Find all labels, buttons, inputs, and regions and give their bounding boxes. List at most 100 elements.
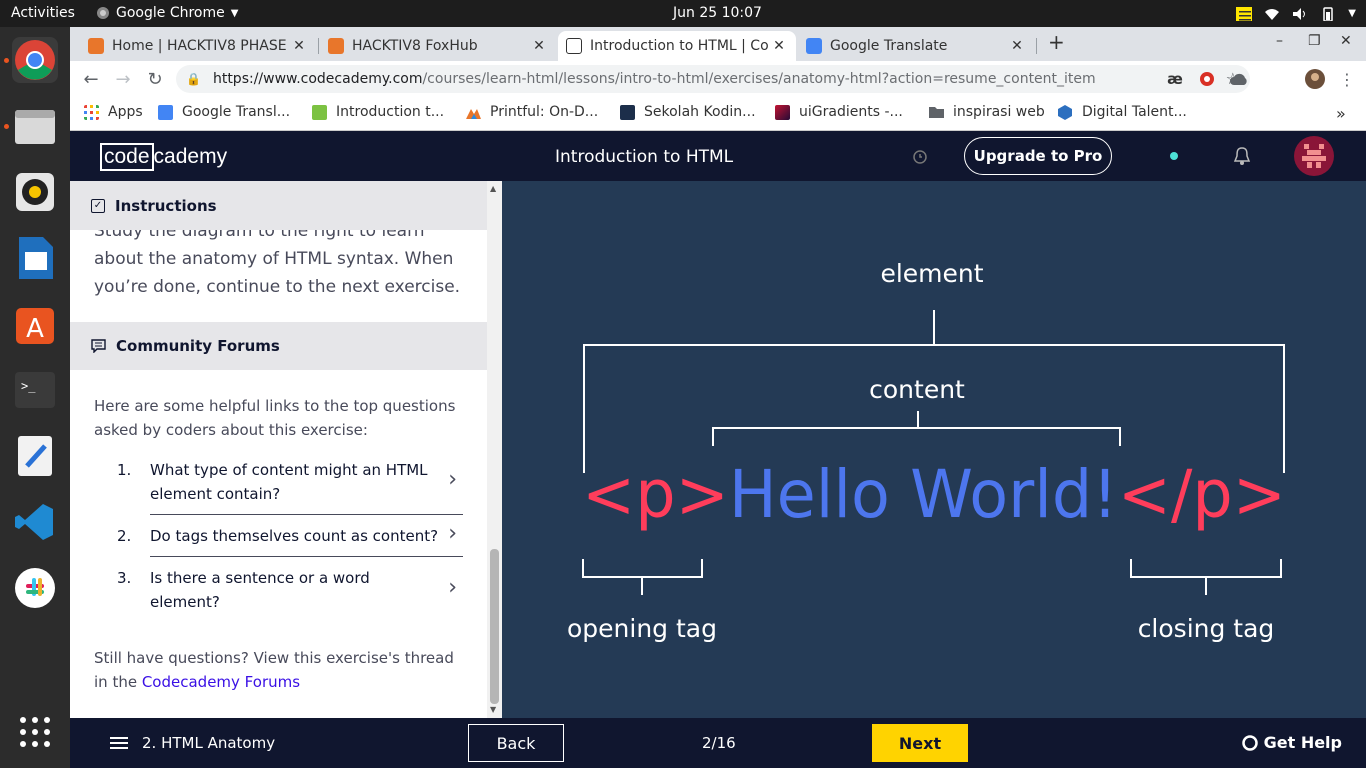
tab-title: Introduction to HTML | Co (590, 38, 769, 54)
panel-scrollbar[interactable]: ▲ ▼ (487, 181, 502, 718)
slack-icon[interactable] (12, 565, 58, 611)
bell-icon[interactable] (1233, 146, 1251, 166)
codecademy-favicon-icon (566, 38, 582, 54)
forum-question-1[interactable]: 1. What type of content might an HTML el… (117, 458, 463, 506)
apps-grid-icon (84, 104, 99, 120)
vscode-icon[interactable] (12, 499, 58, 545)
forward-arrow-icon[interactable]: → (112, 68, 134, 90)
lesson-menu[interactable]: 2. HTML Anatomy (110, 734, 275, 752)
close-tab-icon[interactable]: ✕ (530, 38, 548, 54)
address-bar[interactable]: 🔒 https://www.codecademy.com/courses/lea… (176, 65, 1250, 93)
reload-icon[interactable]: ↻ (144, 68, 166, 90)
bookmark-label: inspirasi web (953, 104, 1045, 120)
rhythmbox-icon[interactable] (12, 169, 58, 215)
bookmark-label: Introduction t... (336, 104, 445, 120)
record-extension-icon[interactable] (1196, 68, 1218, 90)
tab-hacktiv8-home[interactable]: Home | HACKTIV8 PHASE ✕ (80, 31, 316, 61)
writer-icon[interactable] (12, 235, 58, 281)
uigradients-favicon-icon (775, 104, 790, 120)
translate-favicon-icon (158, 104, 173, 120)
bookmark-folder-inspirasi[interactable]: inspirasi web (929, 104, 1045, 120)
html-code-line: <p>Hello World!</p> (582, 456, 1286, 533)
files-icon[interactable] (12, 103, 58, 149)
forum-question-2[interactable]: 2. Do tags themselves count as content? … (117, 521, 463, 548)
new-tab-icon[interactable]: + (1048, 30, 1065, 54)
dock: A >_ (0, 27, 70, 768)
chevron-right-icon: › (448, 575, 457, 600)
minimize-icon[interactable]: – (1276, 33, 1283, 49)
close-tab-icon[interactable]: ✕ (290, 38, 308, 54)
back-arrow-icon[interactable]: ← (80, 68, 102, 90)
activities-button[interactable]: Activities (11, 5, 75, 21)
app-menu[interactable]: Google Chrome ▼ (96, 5, 238, 21)
bookmark-introduction[interactable]: Introduction t... (312, 104, 444, 120)
checkbox-icon: ✓ (91, 198, 105, 213)
hamburger-icon (110, 737, 128, 749)
tab-foxhub[interactable]: HACKTIV8 FoxHub ✕ (320, 31, 556, 61)
tab-google-translate[interactable]: Google Translate ✕ (798, 31, 1034, 61)
scrollbar-thumb[interactable] (490, 549, 499, 704)
close-tab-icon[interactable]: ✕ (770, 38, 788, 54)
sekolah-koding-favicon-icon (620, 104, 635, 120)
terminal-icon[interactable]: >_ (12, 367, 58, 413)
show-apps-icon[interactable] (12, 709, 58, 755)
system-tray[interactable]: ▼ (1236, 3, 1356, 24)
software-icon[interactable]: A (12, 301, 58, 347)
ae-extension-icon[interactable]: æ (1164, 68, 1186, 90)
bookmark-google-translate[interactable]: Google Transl... (158, 104, 290, 120)
cloud-extension-icon[interactable] (1228, 68, 1250, 90)
help-intro-text: Here are some helpful links to the top q… (94, 397, 456, 439)
clock[interactable]: Jun 25 10:07 (673, 5, 762, 21)
bookmark-sekolah-koding[interactable]: Sekolah Kodin... (620, 104, 756, 120)
chevron-right-icon: › (448, 521, 457, 546)
digital-talent-favicon-icon (1058, 104, 1072, 120)
text-editor-icon[interactable] (12, 433, 58, 479)
close-window-icon[interactable]: ✕ (1340, 33, 1352, 49)
tab-title: Home | HACKTIV8 PHASE (112, 38, 287, 54)
profile-avatar[interactable] (1304, 68, 1326, 90)
back-button[interactable]: Back (468, 724, 564, 762)
bookmark-uigradients[interactable]: uiGradients -... (775, 104, 903, 120)
bookmark-apps[interactable]: Apps (84, 104, 143, 120)
forum-question-3[interactable]: 3. Is there a sentence or a word element… (117, 566, 463, 614)
upgrade-to-pro-button[interactable]: Upgrade to Pro (964, 137, 1112, 175)
community-forums-label: Community Forums (116, 337, 280, 355)
tab-title: HACKTIV8 FoxHub (352, 38, 478, 54)
close-tab-icon[interactable]: ✕ (1008, 38, 1026, 54)
lock-icon: 🔒 (186, 72, 201, 86)
logo-cademy: cademy (153, 145, 228, 168)
bookmark-label: Apps (108, 104, 143, 120)
scroll-up-icon[interactable]: ▲ (490, 184, 496, 193)
browser-toolbar: ← → ↻ 🔒 https://www.codecademy.com/cours… (70, 61, 1366, 97)
instructions-header[interactable]: ✓ Instructions (70, 181, 488, 230)
app-menu-label: Google Chrome (116, 5, 225, 21)
closing-tag-bracket (1130, 559, 1282, 578)
bookmarks-bar: Apps Google Transl... Introduction t... … (70, 97, 1366, 131)
bookmark-digital-talent[interactable]: Digital Talent... (1058, 104, 1187, 120)
closing-tag: </p> (1118, 456, 1286, 533)
bookmark-label: Digital Talent... (1082, 104, 1187, 120)
svg-text:>_: >_ (21, 379, 36, 393)
scroll-down-icon[interactable]: ▼ (490, 705, 496, 714)
codecademy-forums-link[interactable]: Codecademy Forums (142, 673, 300, 691)
chrome-icon[interactable] (12, 37, 58, 83)
community-forums-header[interactable]: Community Forums (70, 322, 488, 370)
tab-introduction-html[interactable]: Introduction to HTML | Co ✕ (558, 31, 796, 61)
element-label: element (880, 259, 983, 288)
alarm-clock-icon[interactable] (912, 148, 928, 164)
next-button[interactable]: Next (872, 724, 968, 762)
caret-down-icon: ▼ (230, 7, 239, 19)
bookmark-printful[interactable]: Printful: On-D... (466, 104, 598, 120)
kebab-menu-icon[interactable]: ⋮ (1336, 68, 1358, 90)
question-number: 2. (117, 527, 132, 545)
maximize-icon[interactable]: ❐ (1308, 33, 1321, 49)
chevron-right-icon: › (448, 467, 457, 492)
svg-text:A: A (26, 314, 44, 344)
bookmarks-overflow-icon[interactable]: » (1336, 104, 1346, 123)
user-avatar[interactable] (1294, 136, 1334, 176)
codecademy-logo[interactable]: code cademy (100, 143, 227, 171)
element-content: Hello World! (729, 456, 1118, 533)
bookmark-label: Google Transl... (182, 104, 291, 120)
course-title: Introduction to HTML (555, 147, 734, 167)
get-help-button[interactable]: Get Help (1241, 733, 1342, 752)
